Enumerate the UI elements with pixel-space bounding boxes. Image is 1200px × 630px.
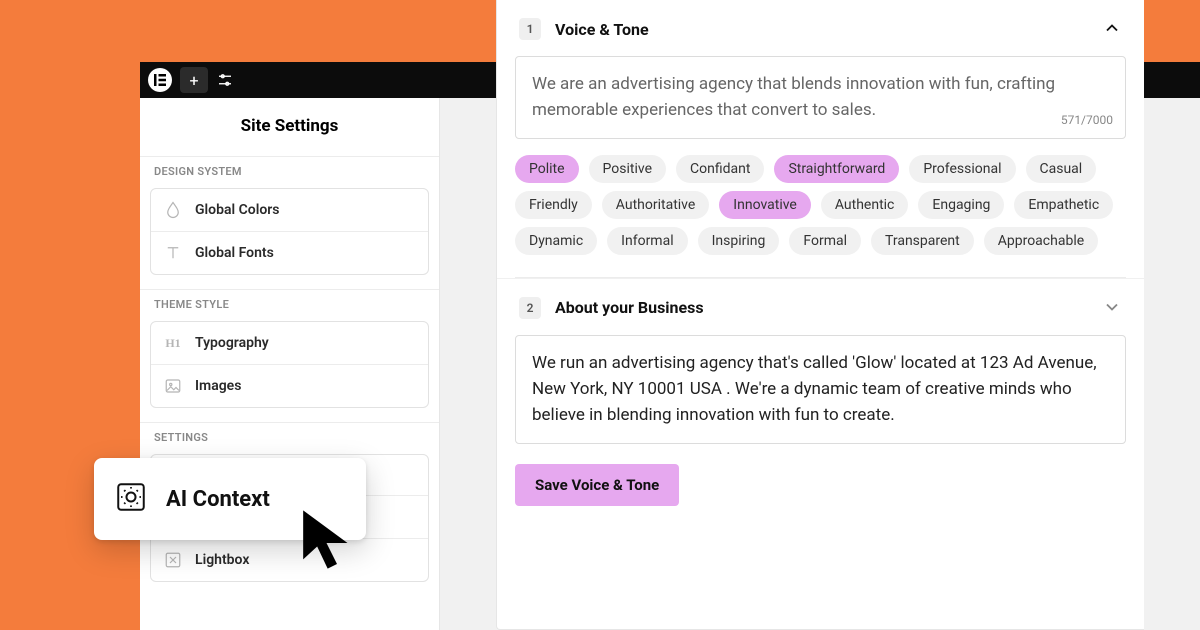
theme-style-group: H1 Typography Images [150, 321, 429, 408]
about-business-header[interactable]: 2 About your Business [497, 278, 1144, 335]
step-badge: 2 [519, 297, 541, 319]
sidebar-item-global-colors[interactable]: Global Colors [151, 189, 428, 231]
sidebar-item-label: Images [195, 378, 241, 394]
tone-tag[interactable]: Professional [909, 155, 1015, 183]
about-business-textarea[interactable]: We run an advertising agency that's call… [515, 335, 1126, 444]
droplet-icon [163, 200, 183, 220]
voice-tone-textarea-value: We are an advertising agency that blends… [532, 74, 1055, 120]
sidebar-item-label: Typography [195, 335, 269, 351]
cursor-icon [300, 508, 360, 582]
ai-context-panel: 1 Voice & Tone We are an advertising age… [496, 0, 1144, 630]
chevron-up-icon [1102, 18, 1122, 42]
sidebar-item-label: Lightbox [195, 552, 249, 568]
sidebar-item-lightbox[interactable]: Lightbox [151, 538, 428, 581]
tone-tag[interactable]: Polite [515, 155, 579, 183]
plus-icon: + [189, 71, 198, 90]
section-label-settings: SETTINGS [140, 422, 439, 452]
tone-tags: Polite Positive Confidant Straightforward Pr… [497, 155, 1144, 277]
section-label-theme-style: THEME STYLE [140, 289, 439, 319]
voice-tone-textarea[interactable]: We are an advertising agency that blends… [515, 56, 1126, 139]
voice-tone-title: Voice & Tone [555, 20, 649, 39]
tone-tag[interactable]: Engaging [918, 191, 1004, 219]
elementor-logo[interactable] [148, 68, 172, 92]
tone-tag[interactable]: Formal [789, 227, 861, 255]
tone-tag[interactable]: Informal [607, 227, 687, 255]
image-icon [163, 376, 183, 396]
ai-gear-icon [114, 480, 148, 518]
heading-icon: H1 [163, 333, 183, 353]
tone-tag[interactable]: Casual [1026, 155, 1097, 183]
chevron-down-icon [1102, 297, 1122, 321]
ai-context-label: AI Context [166, 487, 270, 512]
sliders-icon [216, 71, 234, 89]
about-business-title: About your Business [555, 298, 704, 317]
sidebar-item-typography[interactable]: H1 Typography [151, 322, 428, 364]
sidebar-item-label: Global Fonts [195, 245, 274, 261]
settings-toggle-button[interactable] [216, 71, 234, 89]
tone-tag[interactable]: Inspiring [698, 227, 780, 255]
tone-tag[interactable]: Empathetic [1014, 191, 1113, 219]
save-voice-tone-button[interactable]: Save Voice & Tone [515, 464, 679, 506]
typography-icon [163, 243, 183, 263]
tone-tag[interactable]: Approachable [984, 227, 1098, 255]
voice-tone-header[interactable]: 1 Voice & Tone [497, 0, 1144, 56]
elementor-logo-icon [154, 74, 166, 86]
tone-tag[interactable]: Innovative [719, 191, 811, 219]
sidebar-item-images[interactable]: Images [151, 364, 428, 407]
add-element-button[interactable]: + [180, 67, 208, 93]
tone-tag[interactable]: Authentic [821, 191, 909, 219]
tone-tag[interactable]: Straightforward [774, 155, 899, 183]
sidebar-title: Site Settings [140, 98, 439, 156]
tone-tag[interactable]: Confidant [676, 155, 764, 183]
tone-tag[interactable]: Friendly [515, 191, 592, 219]
char-count: 571/7000 [1061, 111, 1113, 130]
about-business-value: We run an advertising agency that's call… [532, 353, 1097, 426]
site-settings-sidebar: Site Settings DESIGN SYSTEM Global Color… [140, 98, 440, 630]
section-label-design-system: DESIGN SYSTEM [140, 156, 439, 186]
tone-tag[interactable]: Positive [589, 155, 666, 183]
lightbox-icon [163, 550, 183, 570]
sidebar-item-label: Global Colors [195, 202, 280, 218]
tone-tag[interactable]: Authoritative [602, 191, 710, 219]
sidebar-item-global-fonts[interactable]: Global Fonts [151, 231, 428, 274]
save-button-label: Save Voice & Tone [535, 476, 659, 494]
tone-tag[interactable]: Dynamic [515, 227, 597, 255]
step-badge: 1 [519, 18, 541, 40]
design-system-group: Global Colors Global Fonts [150, 188, 429, 275]
tone-tag[interactable]: Transparent [871, 227, 974, 255]
